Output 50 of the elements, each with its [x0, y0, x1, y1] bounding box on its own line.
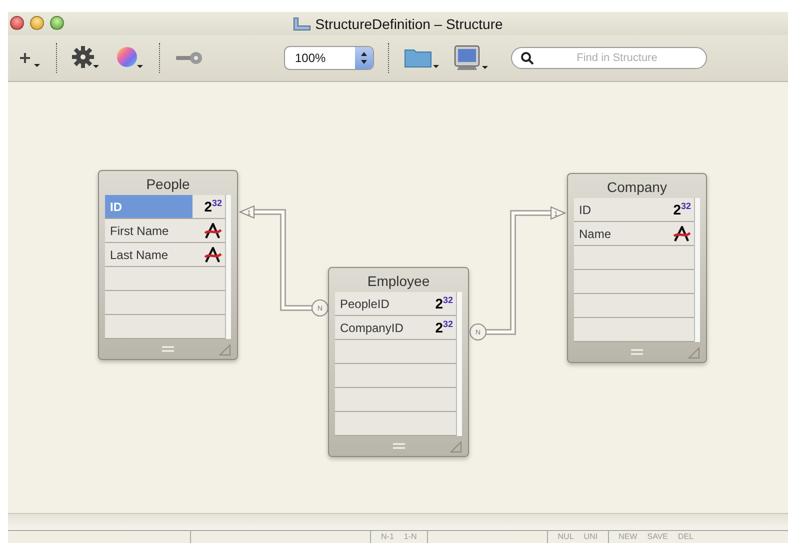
grip-icon[interactable]: [392, 443, 404, 449]
field-row[interactable]: CompanyID 2$^{32}$: [335, 316, 456, 340]
entity-table[interactable]: Company ID 2$^{32}$ Name: [567, 173, 707, 363]
text-type-icon: [673, 226, 691, 242]
color-wheel-icon[interactable]: [115, 45, 145, 71]
field-name: ID: [579, 202, 591, 216]
field-name: ID: [110, 200, 122, 214]
field-row[interactable]: ID 2$^{32}$: [574, 198, 694, 222]
search-input[interactable]: Find in Structure: [540, 51, 694, 65]
zoom-stepper[interactable]: 100%: [284, 46, 374, 70]
table-title: Company: [606, 178, 668, 197]
integer-type-label: 2$^{32}$: [204, 198, 222, 215]
field-row[interactable]: Last Name: [105, 243, 225, 267]
field-row[interactable]: ID 2$^{32}$: [105, 195, 225, 219]
grip-icon[interactable]: [162, 346, 174, 352]
stepper-arrows-icon[interactable]: [355, 47, 373, 69]
scroll-bar[interactable]: [694, 198, 700, 342]
scroll-bar[interactable]: [225, 195, 231, 339]
entity-table[interactable]: People ID 2$^{32}$ First Name Last Name: [98, 170, 238, 360]
field-row[interactable]: PeopleID 2$^{32}$: [335, 292, 456, 316]
window-title: StructureDefinition – Structure: [315, 16, 503, 32]
field-row[interactable]: Name: [574, 222, 694, 246]
field-name: Name: [579, 226, 612, 240]
monitor-icon[interactable]: [453, 44, 489, 72]
field-name: First Name: [110, 224, 169, 238]
horizontal-scroll-bar[interactable]: [8, 513, 788, 531]
resize-handle-icon[interactable]: [688, 347, 700, 359]
entity-table[interactable]: Employee PeopleID 2$^{32}$ CompanyID 2$^{32}$: [328, 267, 469, 457]
search-field[interactable]: Find in Structure: [511, 47, 707, 69]
resize-handle-icon[interactable]: [450, 441, 462, 453]
integer-type-label: 2$^{32}$: [673, 201, 691, 218]
text-type-icon: [204, 222, 222, 238]
integer-type-label: 2$^{32}$: [435, 319, 453, 336]
resize-handle-icon[interactable]: [219, 344, 231, 356]
gear-icon[interactable]: [71, 45, 101, 71]
search-icon: [520, 51, 534, 65]
minimize-button[interactable]: [30, 16, 44, 30]
ruler-icon: [293, 16, 312, 30]
zoom-button[interactable]: [50, 16, 64, 30]
scroll-bar[interactable]: [456, 292, 462, 436]
table-title: Employee: [366, 272, 431, 291]
grip-icon[interactable]: [631, 349, 643, 355]
field-name: PeopleID: [340, 296, 390, 310]
text-type-icon: [204, 246, 222, 262]
integer-type-label: 2$^{32}$: [435, 295, 453, 312]
field-name: CompanyID: [340, 320, 404, 334]
field-row[interactable]: First Name: [105, 219, 225, 243]
field-name: Last Name: [110, 248, 168, 262]
table-title: People: [145, 175, 191, 194]
close-button[interactable]: [10, 16, 24, 30]
